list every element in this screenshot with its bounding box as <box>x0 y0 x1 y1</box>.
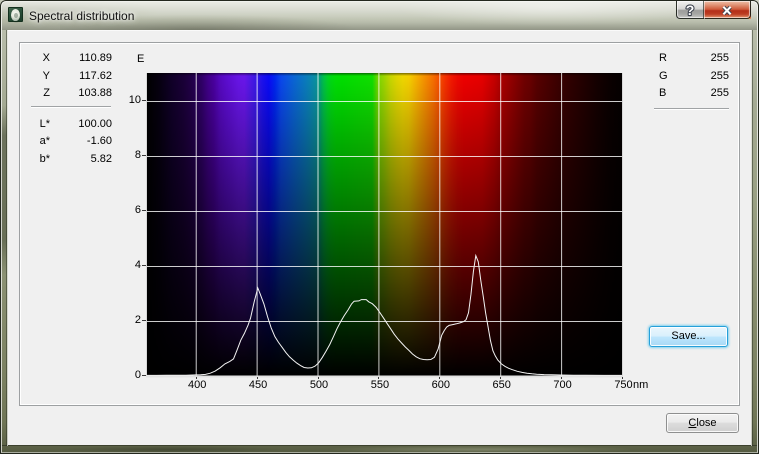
svg-text:?: ? <box>686 2 695 18</box>
